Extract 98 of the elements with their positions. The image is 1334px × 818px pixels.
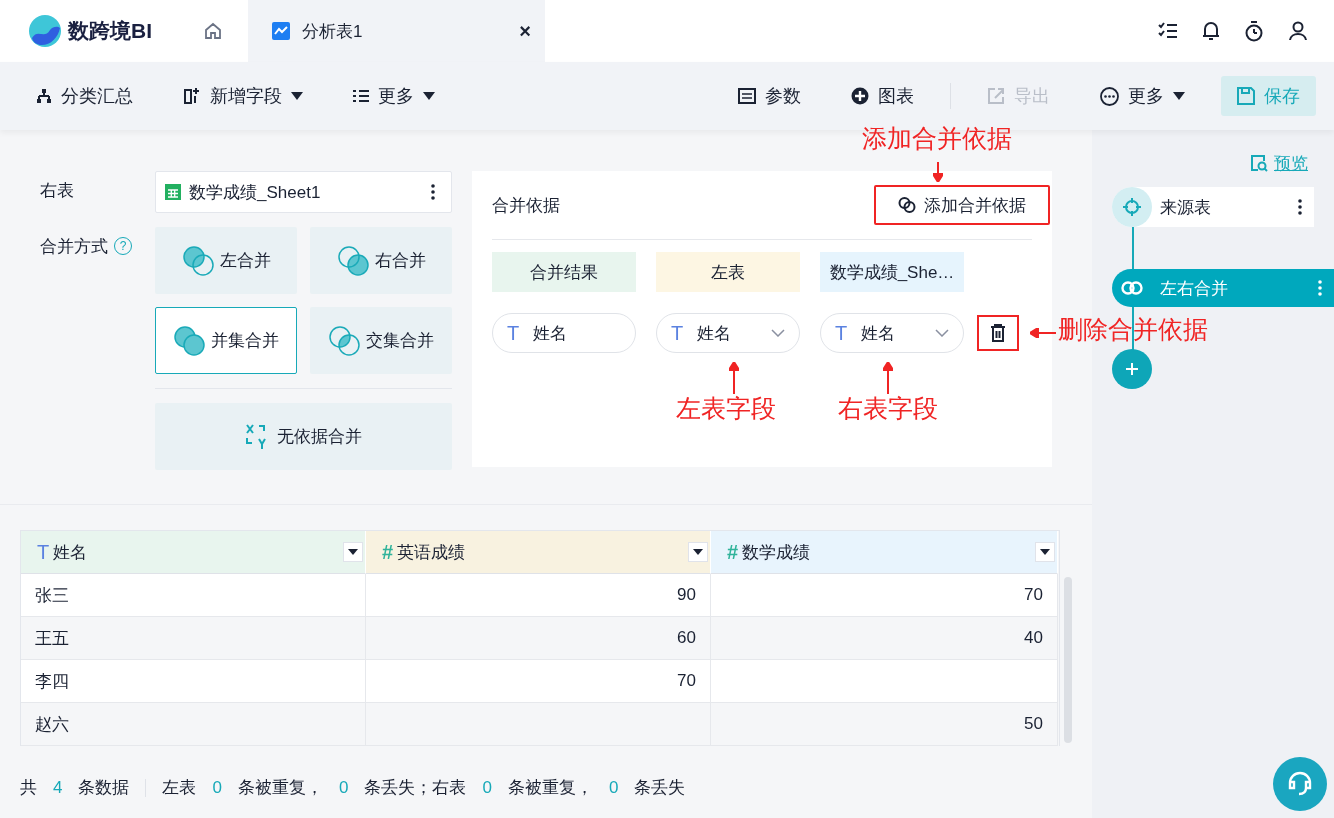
field-label: 右表 [40, 180, 75, 202]
table-cell: 王五 [21, 617, 366, 660]
tab-title: 分析表1 [302, 20, 364, 43]
chevron-down-icon [935, 329, 949, 337]
toolbar-button[interactable]: 更多 [1086, 76, 1199, 116]
list-icon [353, 89, 369, 103]
sliders-icon [738, 88, 756, 104]
timer-icon[interactable] [1244, 20, 1264, 42]
kebab-menu-icon[interactable] [431, 184, 435, 200]
add-circle-icon [851, 87, 869, 105]
home-icon [203, 21, 223, 41]
column-header: 数学成绩_She… [820, 252, 964, 292]
flow-node[interactable]: 来源表 [1112, 187, 1314, 227]
more-icon [1100, 86, 1119, 106]
venn-icon [328, 324, 362, 357]
annotation-label: 右表字段 [838, 396, 938, 421]
dropdown-icon[interactable] [343, 542, 363, 562]
app-logo-text: 数跨境BI [68, 18, 152, 44]
annotation-arrow [933, 162, 943, 182]
task-list-icon[interactable] [1158, 22, 1178, 40]
trash-icon [990, 324, 1006, 342]
dropdown-icon[interactable] [1035, 542, 1055, 562]
merge-option[interactable]: 交集合并 [310, 307, 452, 374]
xy-swap-icon [245, 423, 269, 450]
sheet-tab[interactable]: 分析表1 × [248, 0, 545, 62]
chat-icon [1286, 771, 1314, 797]
table-cell: 李四 [21, 660, 366, 703]
table-cell: 90 [366, 574, 711, 617]
count-value: 0 [338, 777, 349, 798]
table-selector[interactable]: 数学成绩_Sheet1 [155, 171, 452, 213]
table-cell: 张三 [21, 574, 366, 617]
toolbar-button[interactable]: 新增字段 [169, 76, 317, 116]
status-text: 条丢失 [634, 777, 686, 799]
toolbar-button[interactable]: 更多 [339, 76, 449, 116]
table-cell: 50 [711, 703, 1058, 746]
annotation-arrow [1030, 328, 1056, 338]
annotation-arrow [729, 362, 739, 394]
column-header: T 姓名 [37, 540, 88, 564]
annotation-label: 删除合并依据 [1058, 317, 1208, 342]
status-text: 左表 [162, 777, 197, 799]
chevron-down-icon [771, 329, 785, 337]
merge-option[interactable]: 无依据合并 [155, 403, 452, 470]
plus-icon [1126, 363, 1138, 375]
toolbar-button[interactable]: 参数 [724, 76, 815, 116]
close-button[interactable]: × [519, 19, 531, 43]
toolbar-button[interactable]: 图表 [837, 76, 928, 116]
column-header: 合并结果 [492, 252, 636, 292]
bell-icon[interactable] [1202, 21, 1220, 41]
add-node-button[interactable] [1112, 349, 1152, 389]
caret-icon [423, 92, 435, 100]
table-cell: 70 [366, 660, 711, 703]
user-icon[interactable] [1288, 21, 1308, 41]
target-icon [1122, 197, 1142, 217]
delete-button[interactable] [977, 315, 1019, 351]
export-icon [987, 87, 1005, 105]
table-cell: 40 [711, 617, 1058, 660]
column-header: # 数学成绩 [727, 540, 811, 564]
spreadsheet-icon [165, 184, 181, 200]
card-title: 合并依据 [492, 194, 560, 217]
preview-icon [1250, 154, 1268, 172]
status-text: 条被重复， [507, 777, 593, 799]
link-icon [898, 196, 916, 214]
count-value: 0 [608, 777, 619, 798]
venn-icon [336, 244, 371, 277]
chart-icon [272, 22, 290, 40]
caret-icon [291, 92, 303, 100]
venn-icon [181, 244, 216, 277]
field-label: 合并方式 [40, 236, 108, 258]
table-cell: 70 [711, 574, 1058, 617]
status-text: 条丢失；右表 [364, 777, 467, 799]
venn-icon [173, 324, 207, 357]
dropdown-icon[interactable] [688, 542, 708, 562]
toolbar-button[interactable]: 分类汇总 [22, 76, 147, 116]
scrollbar[interactable] [1064, 577, 1072, 743]
status-text: 条数据 [78, 777, 130, 799]
count-value: 0 [482, 777, 492, 798]
count-value: 0 [212, 777, 222, 798]
hierarchy-icon [36, 89, 52, 103]
annotation-arrow [883, 362, 893, 394]
annotation-label: 添加合并依据 [862, 126, 1012, 151]
status-text: 共 [20, 777, 37, 799]
annotation-label: 左表字段 [676, 396, 776, 421]
merge-option[interactable]: 右合并 [310, 227, 452, 294]
column-header: 左表 [656, 252, 800, 292]
merge-option[interactable]: 并集合并 [155, 307, 297, 374]
table-cell: 60 [366, 617, 711, 660]
status-text: 条被重复， [237, 777, 323, 799]
merge-option[interactable]: 左合并 [155, 227, 297, 294]
add-column-icon [183, 88, 201, 104]
count-value: 4 [53, 777, 63, 798]
kebab-menu-icon[interactable] [1298, 199, 1302, 215]
add-basis-button[interactable]: 添加合并依据 [874, 185, 1050, 225]
logo-icon [28, 14, 62, 48]
table-cell: 赵六 [21, 703, 366, 746]
caret-icon [1173, 92, 1185, 100]
link-icon [1121, 281, 1143, 295]
save-icon [1237, 87, 1255, 105]
column-header: # 英语成绩 [382, 540, 466, 564]
